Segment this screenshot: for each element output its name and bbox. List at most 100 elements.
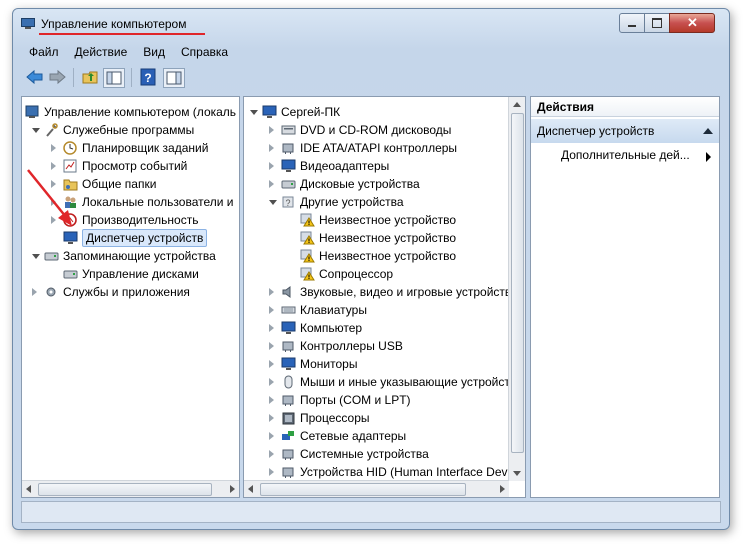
tree-item[interactable]: Служебные программы: [22, 121, 239, 139]
expand-arrow-icon[interactable]: [269, 306, 274, 314]
device-tree-item[interactable]: Дисковые устройства: [244, 175, 509, 193]
expand-arrow-icon[interactable]: [269, 288, 274, 296]
device-tree-root[interactable]: Сергей-ПК: [244, 103, 509, 121]
scroll-up-arrow-icon[interactable]: [513, 102, 521, 107]
expand-arrow-icon[interactable]: [269, 450, 274, 458]
tree-item-selected[interactable]: Диспетчер устройств: [22, 229, 239, 247]
help-icon[interactable]: ?: [139, 68, 159, 86]
device-tree-item[interactable]: Неизвестное устройство: [244, 229, 509, 247]
tree-item[interactable]: Планировщик заданий: [22, 139, 239, 157]
scroll-right-arrow-icon[interactable]: [500, 485, 505, 493]
title-bar[interactable]: Управление компьютером ✕: [13, 9, 729, 39]
tree-item-label: Сопроцессор: [319, 267, 394, 281]
navigation-tree[interactable]: Управление компьютером (локаль Служебные …: [21, 96, 240, 498]
maximize-button[interactable]: [644, 13, 670, 33]
tree-item[interactable]: Управление дисками: [22, 265, 239, 283]
expand-arrow-icon[interactable]: [51, 198, 56, 206]
users-icon: [65, 196, 76, 208]
device-tree-item[interactable]: Неизвестное устройство: [244, 211, 509, 229]
menu-help[interactable]: Справка: [173, 43, 236, 61]
device-tree-item[interactable]: ? Другие устройства: [244, 193, 509, 211]
menu-action[interactable]: Действие: [67, 43, 136, 61]
left-horizontal-scrollbar[interactable]: [22, 480, 239, 497]
collapse-arrow-icon[interactable]: [32, 254, 40, 259]
expand-arrow-icon[interactable]: [51, 144, 56, 152]
tree-item[interactable]: Просмотр событий: [22, 157, 239, 175]
device-scroll-thumb[interactable]: [511, 113, 524, 453]
expand-arrow-icon[interactable]: [269, 432, 274, 440]
computer-management-window: Управление компьютером ✕ Файл Действие В…: [12, 8, 730, 530]
forward-arrow-icon[interactable]: [47, 68, 67, 86]
tools-icon: [46, 123, 58, 137]
show-hide-tree-icon[interactable]: [103, 68, 125, 88]
actions-section-device-manager[interactable]: Диспетчер устройств: [531, 119, 719, 143]
expand-arrow-icon[interactable]: [269, 324, 274, 332]
device-tree-item[interactable]: Контроллеры USB: [244, 337, 509, 355]
expand-arrow-icon[interactable]: [269, 414, 274, 422]
expand-arrow-icon[interactable]: [269, 396, 274, 404]
device-tree-item[interactable]: Мониторы: [244, 355, 509, 373]
device-tree-item[interactable]: Мыши и иные указывающие устройства: [244, 373, 509, 391]
device-tree-item[interactable]: Сетевые адаптеры: [244, 427, 509, 445]
device-tree-item[interactable]: Порты (COM и LPT): [244, 391, 509, 409]
collapse-arrow-icon[interactable]: [32, 128, 40, 133]
expand-arrow-icon[interactable]: [32, 288, 37, 296]
tree-item[interactable]: Общие папки: [22, 175, 239, 193]
expand-arrow-icon[interactable]: [269, 468, 274, 476]
up-folder-icon[interactable]: [81, 68, 101, 86]
expand-arrow-icon[interactable]: [51, 180, 56, 188]
device-tree-item[interactable]: Процессоры: [244, 409, 509, 427]
close-button[interactable]: ✕: [669, 13, 715, 33]
device-vertical-scrollbar[interactable]: [508, 97, 525, 481]
device-tree-item[interactable]: Системные устройства: [244, 445, 509, 463]
expand-arrow-icon[interactable]: [51, 162, 56, 170]
device-tree-item[interactable]: Устройства HID (Human Interface Devices): [244, 463, 509, 481]
expand-arrow-icon[interactable]: [269, 342, 274, 350]
expand-arrow-icon[interactable]: [269, 162, 274, 170]
collapse-up-icon[interactable]: [703, 128, 713, 134]
tree-item-label: Сергей-ПК: [281, 105, 341, 119]
scroll-left-arrow-icon[interactable]: [248, 485, 253, 493]
warning-device-icon: [300, 213, 315, 227]
tree-item[interactable]: Локальные пользователи и: [22, 193, 239, 211]
device-tree-item[interactable]: Клавиатуры: [244, 301, 509, 319]
device-tree-item[interactable]: DVD и CD-ROM дисководы: [244, 121, 509, 139]
device-tree-item[interactable]: Сопроцессор: [244, 265, 509, 283]
tree-item[interactable]: Управление компьютером (локаль: [22, 103, 239, 121]
scroll-down-arrow-icon[interactable]: [513, 471, 521, 476]
tree-item[interactable]: Службы и приложения: [22, 283, 239, 301]
tree-item-label: Управление компьютером (локаль: [44, 105, 237, 119]
expand-arrow-icon[interactable]: [269, 144, 274, 152]
back-arrow-icon[interactable]: [25, 68, 45, 86]
tree-item[interactable]: Производительность: [22, 211, 239, 229]
expand-arrow-icon[interactable]: [269, 180, 274, 188]
device-tree-item[interactable]: Неизвестное устройство: [244, 247, 509, 265]
device-h-scroll-thumb[interactable]: [260, 483, 466, 496]
tree-item-label: Видеоадаптеры: [300, 159, 390, 173]
device-tree-item[interactable]: Видеоадаптеры: [244, 157, 509, 175]
device-tree-item[interactable]: Звуковые, видео и игровые устройства: [244, 283, 509, 301]
menu-view[interactable]: Вид: [135, 43, 173, 61]
collapse-arrow-icon[interactable]: [269, 200, 277, 205]
expand-arrow-icon[interactable]: [269, 126, 274, 134]
device-horizontal-scrollbar[interactable]: [244, 480, 509, 497]
minimize-button[interactable]: [619, 13, 645, 33]
status-bar: [21, 501, 721, 523]
device-tree-item[interactable]: Компьютер: [244, 319, 509, 337]
show-hide-action-pane-icon[interactable]: [163, 68, 185, 88]
tree-item[interactable]: Запоминающие устройства: [22, 247, 239, 265]
more-actions-item[interactable]: Дополнительные дей...: [561, 148, 690, 162]
expand-arrow-icon[interactable]: [51, 216, 56, 224]
collapse-arrow-icon[interactable]: [250, 110, 258, 115]
expand-arrow-icon[interactable]: [269, 360, 274, 368]
tree-item-label: Производительность: [82, 213, 199, 227]
submenu-arrow-icon[interactable]: [706, 152, 711, 162]
scroll-right-arrow-icon[interactable]: [230, 485, 235, 493]
device-tree[interactable]: Сергей-ПК DVD и CD-ROM дисководы IDE ATA/A…: [243, 96, 526, 498]
device-tree-item[interactable]: IDE ATA/ATAPI контроллеры: [244, 139, 509, 157]
expand-arrow-icon[interactable]: [269, 378, 274, 386]
left-scroll-thumb[interactable]: [38, 483, 212, 496]
disk-drive-icon: [281, 180, 296, 189]
scroll-left-arrow-icon[interactable]: [26, 485, 31, 493]
menu-file[interactable]: Файл: [21, 43, 67, 61]
